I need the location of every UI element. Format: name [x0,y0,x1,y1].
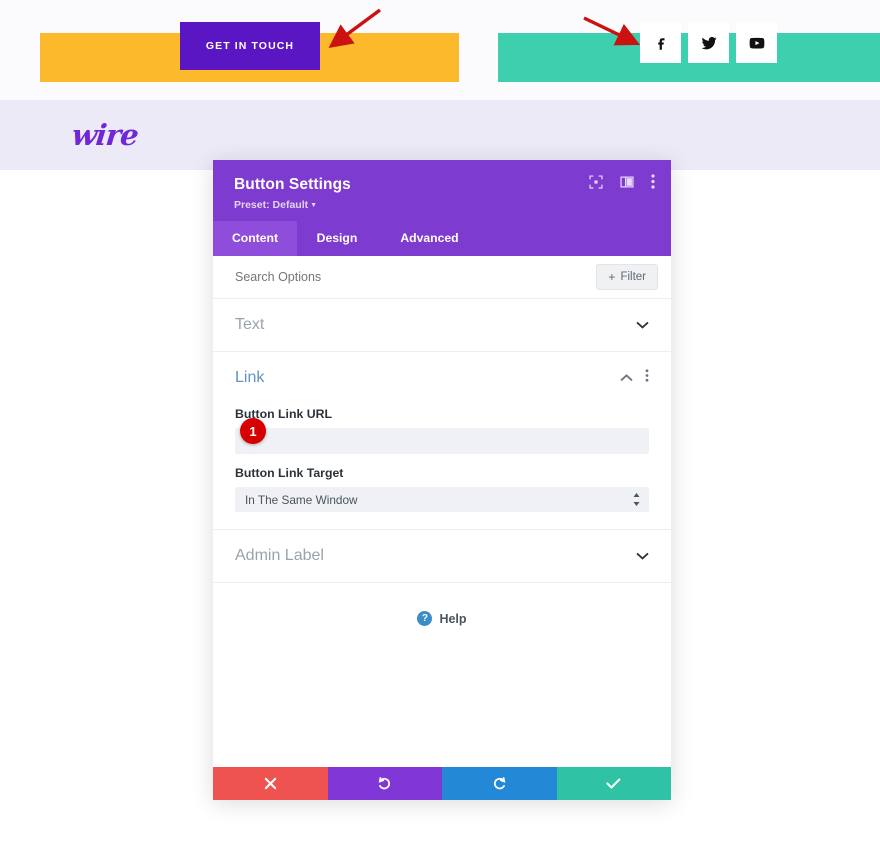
button-link-target-value: In The Same Window [245,492,358,507]
filter-button[interactable]: + Filter [596,264,658,290]
screenshot-stage: GET IN TOUCH wire Button Settings Preset… [0,0,880,854]
help-icon: ? [417,611,433,626]
tab-design[interactable]: Design [297,221,377,256]
get-in-touch-button[interactable]: GET IN TOUCH [180,22,320,70]
fullscreen-icon[interactable] [589,174,603,189]
modal-body: Text Link Button Link URL 1 Button Link … [213,299,671,767]
chevron-down-icon: ▼ [310,201,318,209]
section-text-title: Text [235,316,265,333]
section-admin-label[interactable]: Admin Label [213,530,671,583]
undo-button[interactable] [327,767,442,800]
tab-content[interactable]: Content [213,221,297,256]
more-options-icon[interactable] [651,174,655,189]
help-label: Help [439,611,467,626]
modal-header: Button Settings Preset: Default ▼ [213,160,671,221]
step-badge-1: 1 [240,418,266,444]
modal-footer [213,767,671,800]
youtube-icon[interactable] [736,22,777,63]
button-link-url-input[interactable] [235,428,649,454]
button-link-target-label: Button Link Target [235,466,344,480]
get-in-touch-label: GET IN TOUCH [205,40,295,52]
plus-icon: + [608,270,616,284]
chevron-up-icon[interactable] [620,369,633,387]
section-link-title: Link [235,369,265,386]
modal-header-icons [589,174,655,189]
save-button[interactable] [556,767,671,800]
button-link-target-select[interactable]: In The Same Window [235,487,649,512]
button-settings-modal: Button Settings Preset: Default ▼ Conten… [213,160,671,800]
facebook-icon[interactable] [640,22,681,63]
search-input[interactable] [235,270,535,284]
section-link-controls [620,369,649,387]
chevron-down-icon [636,316,649,334]
button-link-url-label: Button Link URL [235,407,332,421]
social-icons-group [640,22,777,63]
button-link-target-field: Button Link Target In The Same Window [213,466,671,512]
chevron-down-icon [636,547,649,565]
section-link: Link Button Link URL 1 Button Link Targe… [213,352,671,530]
redo-button[interactable] [442,767,557,800]
select-stepper-icon [633,492,640,507]
tab-advanced[interactable]: Advanced [377,221,482,256]
preset-label: Preset: Default [234,199,309,211]
section-admin-label-title: Admin Label [235,547,324,564]
site-logo[interactable]: wire [70,118,139,152]
modal-tabs: Content Design Advanced [213,221,671,256]
search-row: + Filter [213,256,671,299]
section-text[interactable]: Text [213,299,671,352]
cancel-button[interactable] [213,767,328,800]
section-more-options-icon[interactable] [645,369,649,387]
twitter-icon[interactable] [688,22,729,63]
button-link-url-row: 1 [235,418,649,454]
section-link-header[interactable]: Link [213,352,671,395]
filter-button-label: Filter [620,271,646,283]
layout-columns-icon[interactable] [620,175,634,189]
help-link[interactable]: ? Help [213,583,671,626]
preset-selector[interactable]: Preset: Default ▼ [234,199,652,211]
button-link-url-field: Button Link URL 1 [213,407,671,454]
